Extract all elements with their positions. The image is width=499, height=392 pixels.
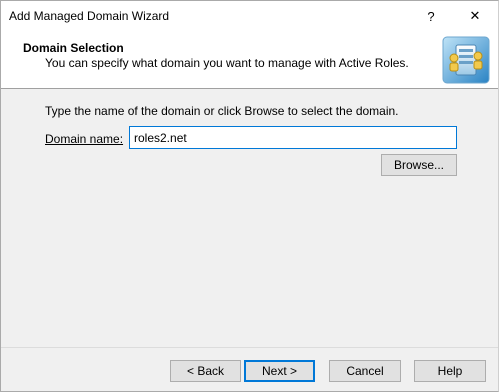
page-title: Domain Selection bbox=[23, 41, 124, 55]
browse-button[interactable]: Browse... bbox=[381, 154, 457, 176]
help-button[interactable]: Help bbox=[414, 360, 486, 382]
wizard-body: Type the name of the domain or click Bro… bbox=[1, 90, 498, 347]
page-subtitle: You can specify what domain you want to … bbox=[45, 56, 409, 70]
title-bar: Add Managed Domain Wizard ? ✕ bbox=[1, 1, 498, 31]
cancel-button[interactable]: Cancel bbox=[329, 360, 401, 382]
window-title: Add Managed Domain Wizard bbox=[9, 9, 170, 23]
domain-name-input[interactable] bbox=[129, 126, 457, 149]
help-icon[interactable]: ? bbox=[408, 1, 454, 31]
wizard-window: Add Managed Domain Wizard ? ✕ Domain Sel… bbox=[0, 0, 499, 392]
close-icon[interactable]: ✕ bbox=[452, 1, 498, 31]
footer-divider bbox=[1, 347, 498, 348]
domain-name-label-text: Domain name: bbox=[45, 132, 124, 146]
next-button[interactable]: Next > bbox=[244, 360, 315, 382]
back-button[interactable]: < Back bbox=[170, 360, 241, 382]
domain-name-label: Domain name: bbox=[45, 132, 123, 146]
instruction-text: Type the name of the domain or click Bro… bbox=[45, 104, 399, 118]
wizard-header: Domain Selection You can specify what do… bbox=[1, 31, 498, 89]
wizard-server-icon bbox=[442, 36, 490, 84]
